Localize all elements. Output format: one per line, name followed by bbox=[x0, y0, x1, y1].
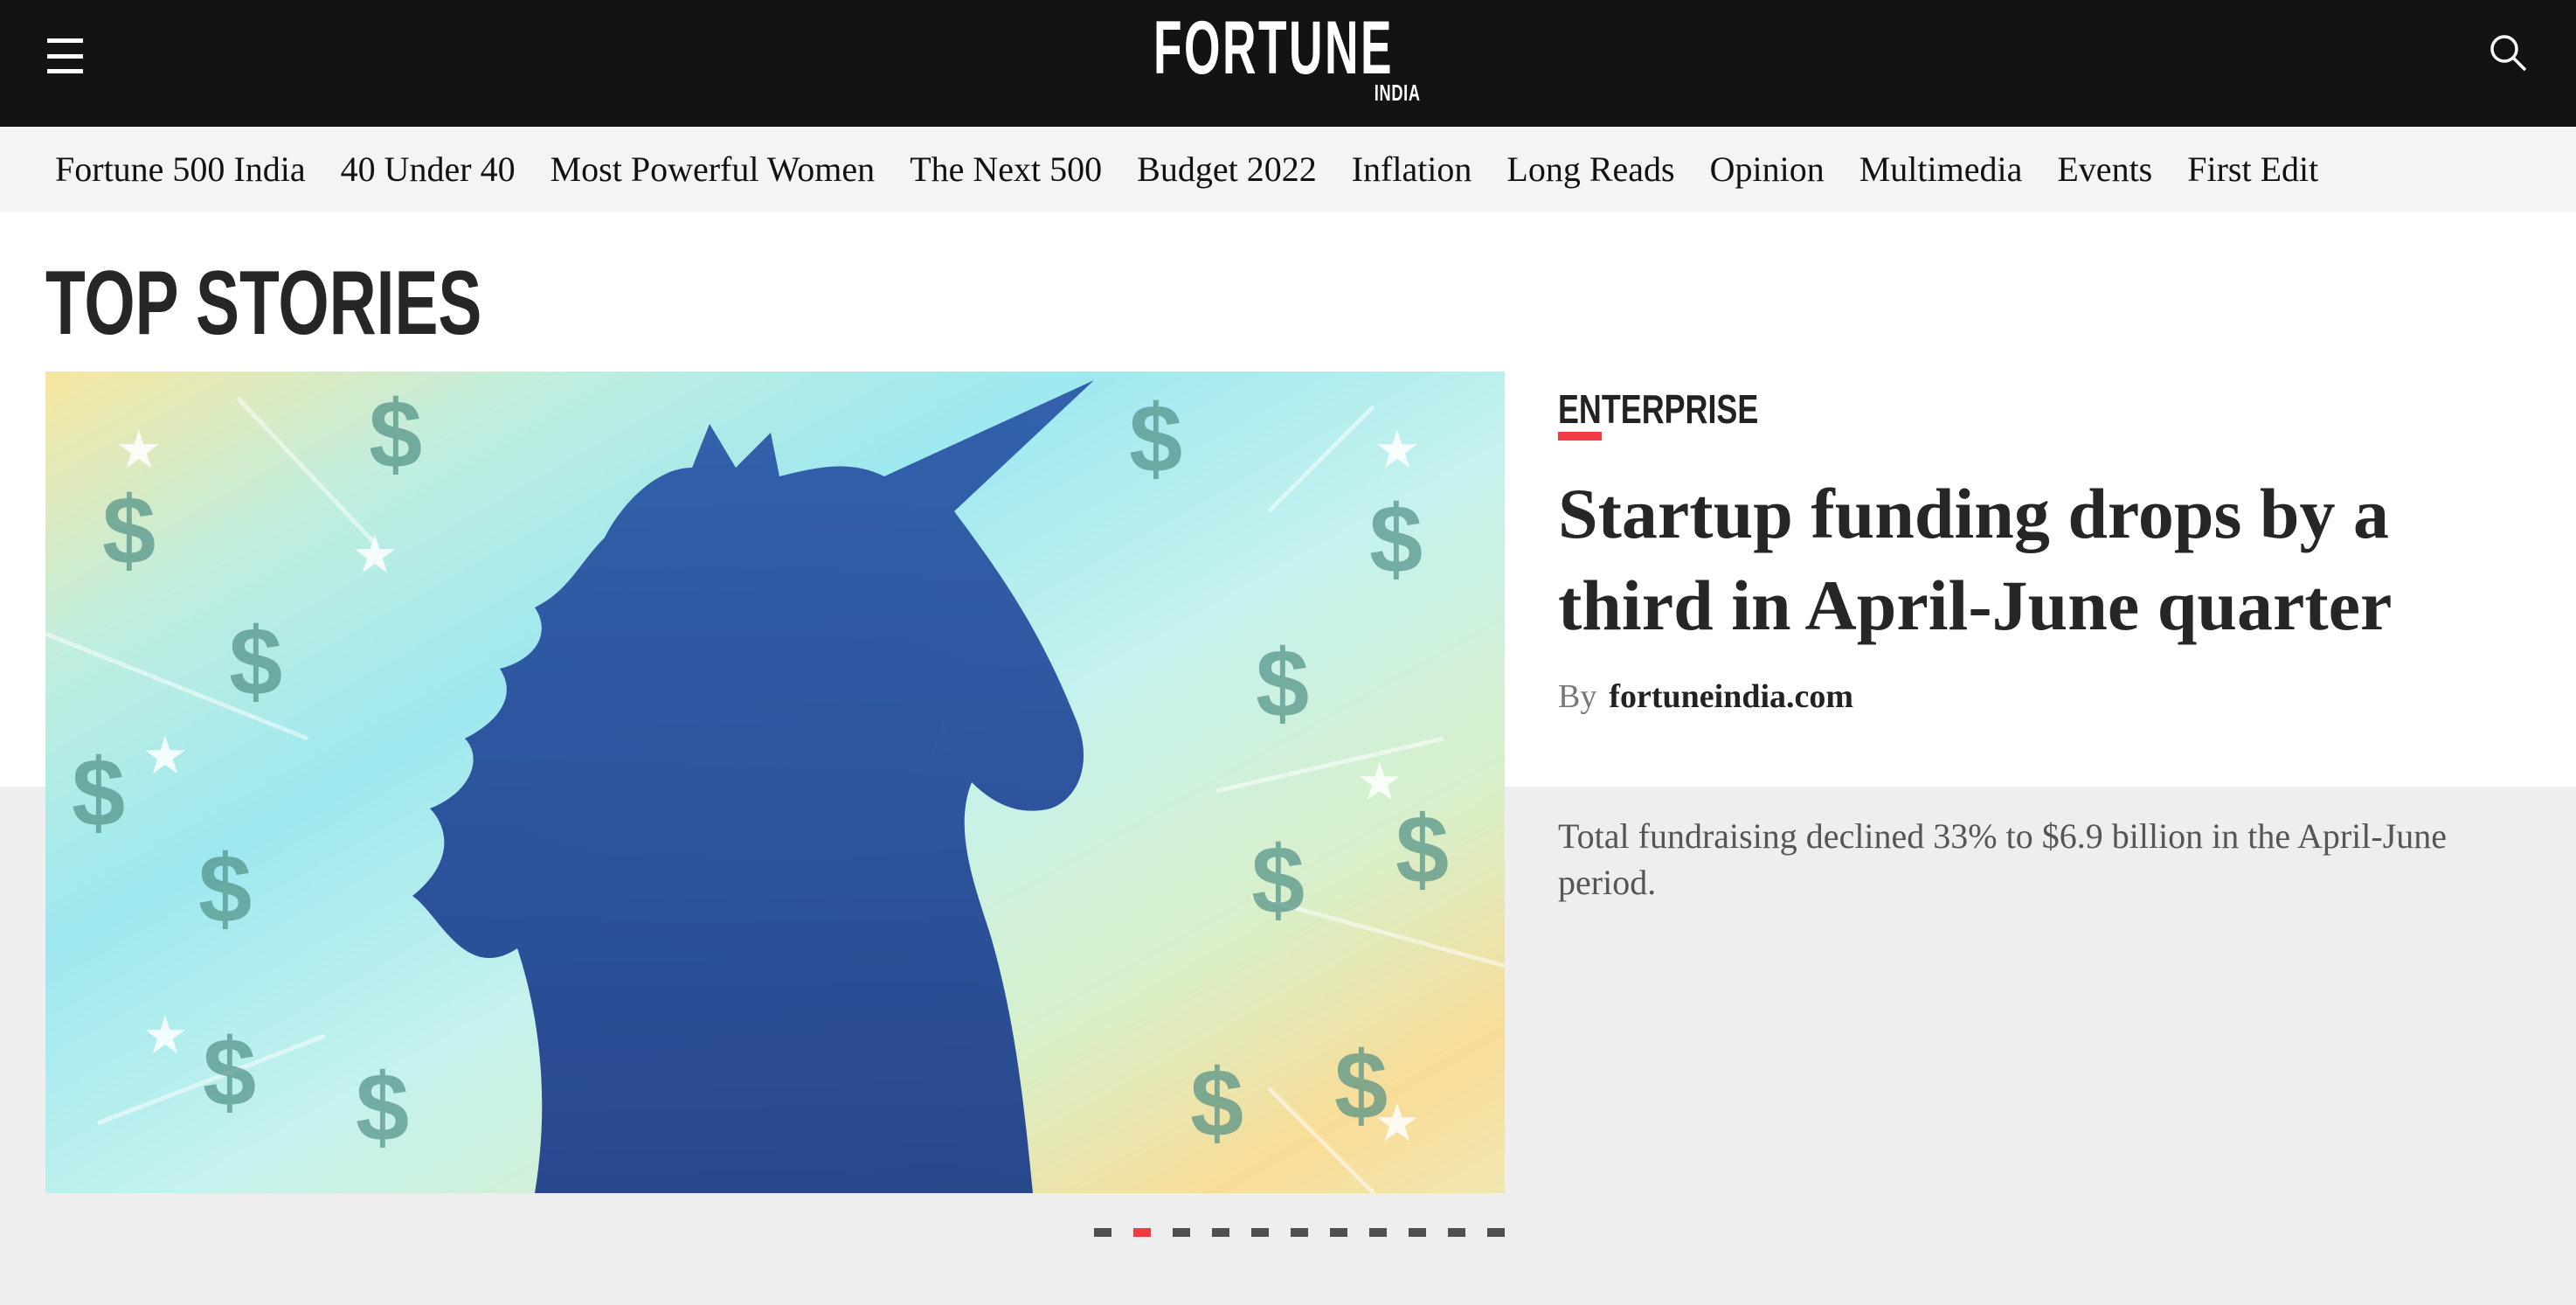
nav-item-opinion[interactable]: Opinion bbox=[1710, 148, 1825, 191]
nav-list: Fortune 500 India 40 Under 40 Most Power… bbox=[55, 148, 2353, 191]
carousel-dot[interactable] bbox=[1409, 1228, 1426, 1237]
hamburger-menu-icon[interactable] bbox=[47, 38, 84, 75]
carousel-dot[interactable] bbox=[1251, 1228, 1269, 1237]
nav-item-first-edit[interactable]: First Edit bbox=[2187, 148, 2318, 191]
svg-text:$: $ bbox=[198, 836, 252, 943]
nav-item-most-powerful-women[interactable]: Most Powerful Women bbox=[551, 148, 876, 191]
svg-text:$: $ bbox=[1395, 796, 1449, 904]
site-header: FORTUNE INDIA bbox=[0, 0, 2576, 127]
svg-text:$: $ bbox=[1129, 385, 1182, 493]
story-category-link[interactable]: ENTERPRISE bbox=[1558, 385, 1758, 434]
nav-item-inflation[interactable]: Inflation bbox=[1352, 148, 1472, 191]
featured-story-meta: ENTERPRISE bbox=[1558, 385, 2537, 434]
logo-subtitle: INDIA bbox=[1374, 80, 1421, 106]
carousel-pagination bbox=[1094, 1228, 1527, 1237]
carousel-dot[interactable] bbox=[1448, 1228, 1465, 1237]
svg-text:$: $ bbox=[1190, 1050, 1243, 1157]
svg-text:$: $ bbox=[72, 739, 125, 847]
nav-item-40-under-40[interactable]: 40 Under 40 bbox=[341, 148, 516, 191]
svg-text:$: $ bbox=[1256, 630, 1309, 738]
carousel-dot[interactable] bbox=[1487, 1228, 1505, 1237]
section-nav: Fortune 500 India 40 Under 40 Most Power… bbox=[0, 127, 2576, 212]
carousel-dot[interactable] bbox=[1369, 1228, 1387, 1237]
story-headline-link[interactable]: Startup funding drops by a third in Apri… bbox=[1558, 468, 2537, 651]
carousel-dot[interactable] bbox=[1291, 1228, 1308, 1237]
byline-label: By bbox=[1558, 678, 1597, 715]
menu-line bbox=[47, 38, 83, 43]
svg-text:$: $ bbox=[102, 477, 156, 585]
svg-text:★: ★ bbox=[142, 725, 189, 787]
search-icon[interactable] bbox=[2489, 33, 2529, 73]
svg-text:$: $ bbox=[203, 1019, 256, 1127]
site-logo[interactable]: FORTUNE INDIA bbox=[1153, 9, 1424, 105]
unicorn-illustration: $ $ $ $ $ $ $ $ $ $ $ $ $ $ ★ ★ ★ ★ ★ ★ … bbox=[45, 371, 1505, 1193]
svg-text:★: ★ bbox=[1356, 752, 1403, 813]
logo-wordmark: FORTUNE bbox=[1153, 6, 1395, 90]
svg-text:★: ★ bbox=[1374, 420, 1421, 481]
carousel-dot[interactable] bbox=[1094, 1228, 1111, 1237]
menu-line bbox=[47, 54, 83, 59]
carousel-dot-active[interactable] bbox=[1133, 1228, 1151, 1237]
svg-text:$: $ bbox=[229, 608, 282, 716]
story-byline: By fortuneindia.com bbox=[1558, 677, 1853, 716]
byline-author-link[interactable]: fortuneindia.com bbox=[1609, 678, 1853, 715]
story-summary: Total fundraising declined 33% to $6.9 b… bbox=[1558, 816, 2448, 902]
svg-text:★: ★ bbox=[142, 1005, 189, 1066]
carousel-dot[interactable] bbox=[1212, 1228, 1229, 1237]
svg-text:$: $ bbox=[1369, 486, 1423, 593]
carousel-dot[interactable] bbox=[1330, 1228, 1347, 1237]
featured-story-image[interactable]: $ $ $ $ $ $ $ $ $ $ $ $ $ $ ★ ★ ★ ★ ★ ★ … bbox=[45, 371, 1505, 1193]
nav-item-long-reads[interactable]: Long Reads bbox=[1506, 148, 1674, 191]
nav-item-the-next-500[interactable]: The Next 500 bbox=[910, 148, 1102, 191]
nav-item-multimedia[interactable]: Multimedia bbox=[1859, 148, 2023, 191]
svg-text:$: $ bbox=[356, 1054, 409, 1162]
svg-text:★: ★ bbox=[1374, 1093, 1421, 1154]
nav-item-events[interactable]: Events bbox=[2057, 148, 2152, 191]
svg-text:★: ★ bbox=[351, 524, 398, 586]
menu-line bbox=[47, 69, 83, 73]
svg-text:$: $ bbox=[1251, 827, 1305, 934]
svg-text:$: $ bbox=[369, 381, 422, 489]
svg-text:★: ★ bbox=[115, 420, 163, 481]
nav-item-fortune-500-india[interactable]: Fortune 500 India bbox=[55, 148, 306, 191]
section-title: TOP STORIES bbox=[45, 253, 482, 354]
nav-item-budget-2022[interactable]: Budget 2022 bbox=[1137, 148, 1317, 191]
carousel-dot[interactable] bbox=[1173, 1228, 1190, 1237]
category-accent-bar bbox=[1558, 432, 1602, 441]
